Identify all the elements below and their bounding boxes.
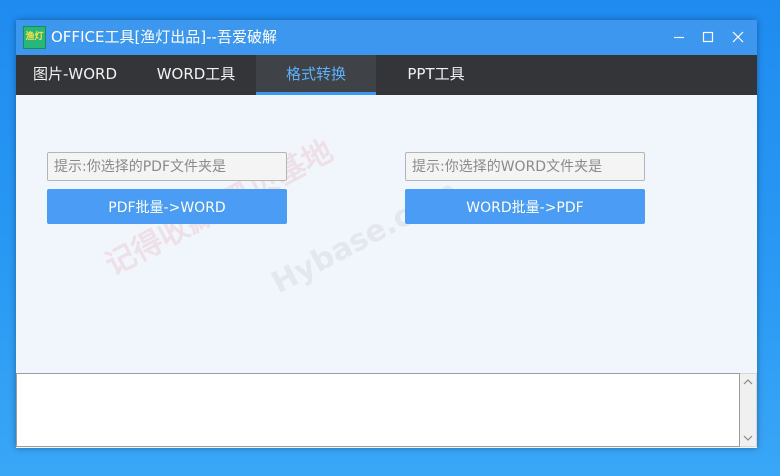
tab-bar: 图片-WORD WORD工具 格式转换 PPT工具 [16, 55, 757, 95]
tab-ppt-tools[interactable]: PPT工具 [376, 55, 496, 95]
word-folder-input[interactable] [405, 152, 645, 181]
close-button[interactable] [723, 20, 753, 55]
scroll-down-icon[interactable] [742, 432, 754, 444]
minimize-button[interactable] [664, 20, 694, 55]
scroll-up-icon[interactable] [742, 376, 754, 388]
word-to-pdf-button[interactable]: WORD批量->PDF [405, 189, 645, 224]
window-title: OFFICE工具[渔灯出品]--吾爱破解 [51, 28, 277, 46]
log-scrollbar[interactable] [740, 373, 757, 447]
tab-image-word[interactable]: 图片-WORD [16, 55, 134, 95]
tab-format-convert[interactable]: 格式转换 [256, 55, 376, 95]
close-icon [732, 31, 744, 43]
app-window: 渔灯 OFFICE工具[渔灯出品]--吾爱破解 图片-WORD WORD工具 格… [16, 20, 757, 448]
pdf-folder-input[interactable] [47, 152, 287, 181]
tab-word-tools[interactable]: WORD工具 [136, 55, 256, 95]
format-convert-panel: 记得收藏:黑贝基地 Hybase.com PDF批量->WORD WORD批量-… [16, 95, 757, 373]
maximize-button[interactable] [693, 20, 723, 55]
pdf-to-word-button[interactable]: PDF批量->WORD [47, 189, 287, 224]
title-bar[interactable]: 渔灯 OFFICE工具[渔灯出品]--吾爱破解 [16, 20, 757, 55]
app-logo-icon: 渔灯 [23, 26, 46, 49]
minimize-icon [674, 36, 684, 39]
maximize-icon [702, 31, 714, 43]
log-textarea[interactable] [16, 373, 740, 447]
